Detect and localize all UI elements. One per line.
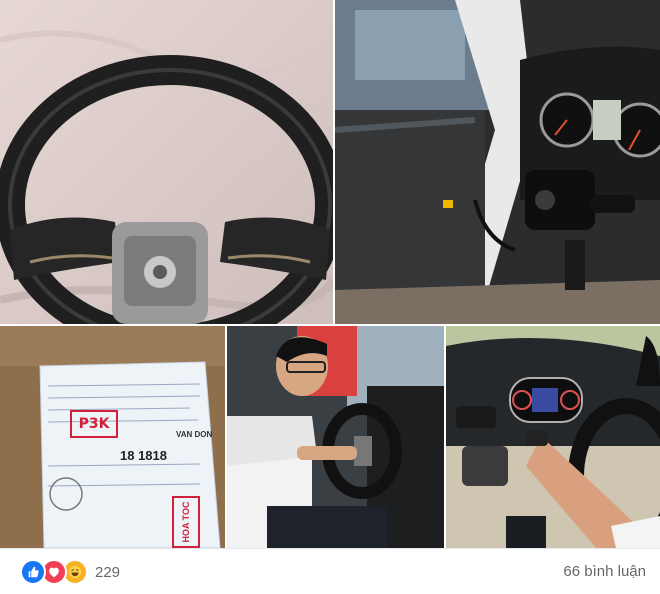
comments-count[interactable]: 66 bình luận <box>563 563 646 580</box>
reaction-count: 229 <box>95 563 121 581</box>
photo-car-interior[interactable] <box>335 0 660 324</box>
waybill-brand: VAN DON <box>176 430 213 439</box>
car-interior-image <box>335 0 660 324</box>
photo-grid: P3K VAN DON 18 1818 HOA TOC <box>0 0 660 548</box>
waybill-code: 18 1818 <box>120 448 167 463</box>
post-footer: 229 66 bình luận <box>0 548 660 594</box>
photo-installing[interactable] <box>227 326 444 548</box>
steering-wheel-image <box>0 0 333 324</box>
photo-dashboard[interactable] <box>446 326 660 548</box>
waybill-tag: HOA TOC <box>172 496 200 548</box>
like-icon <box>20 559 46 585</box>
installing-image <box>227 326 444 548</box>
photo-waybill[interactable]: P3K VAN DON 18 1818 HOA TOC <box>0 326 225 548</box>
reactions-summary[interactable]: 229 <box>20 559 120 585</box>
dashboard-image <box>446 326 660 548</box>
photo-steering-wheel[interactable] <box>0 0 333 324</box>
waybill-stamp: P3K <box>70 410 118 438</box>
